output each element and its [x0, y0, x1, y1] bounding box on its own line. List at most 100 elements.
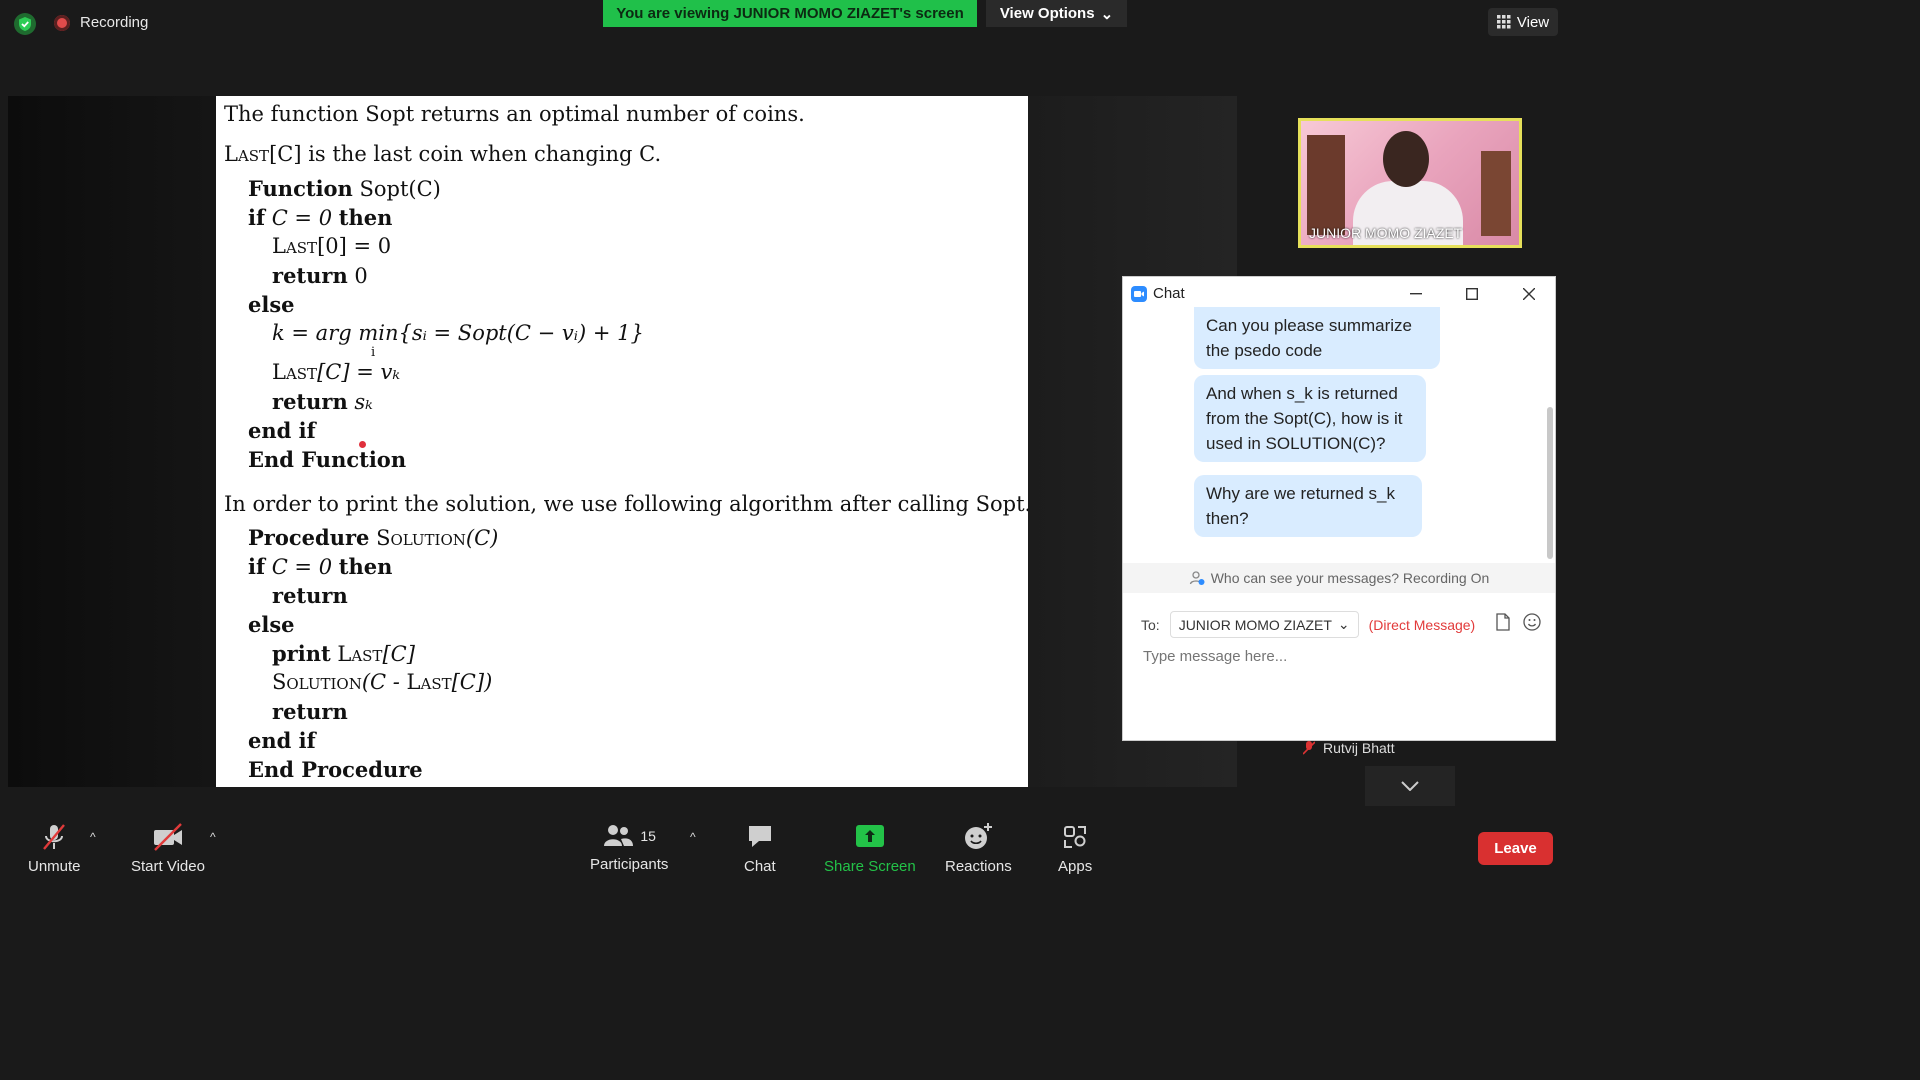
- participants-icon: [604, 825, 634, 846]
- minimize-button[interactable]: [1403, 283, 1429, 305]
- reactions-icon: [965, 823, 993, 849]
- chat-label: Chat: [744, 858, 776, 875]
- start-video-button[interactable]: Start Video: [131, 822, 205, 875]
- to-label: To:: [1141, 616, 1160, 633]
- chat-window[interactable]: Chat Can you please summarize the psedo …: [1122, 276, 1556, 741]
- zoom-logo-icon: [1131, 285, 1147, 302]
- print-line: print Last[C]: [272, 641, 415, 666]
- participants-options-caret-icon[interactable]: ^: [690, 830, 696, 844]
- chat-message[interactable]: Why are we returned s_k then?: [1194, 475, 1422, 537]
- chevron-down-icon: ⌄: [1337, 616, 1350, 632]
- procedure-header: Procedure Solution(C): [248, 525, 499, 550]
- close-icon: [1523, 288, 1535, 300]
- view-button[interactable]: View: [1488, 8, 1558, 36]
- participants-button[interactable]: 15 Participants: [590, 822, 668, 873]
- apps-button[interactable]: Apps: [1058, 822, 1092, 875]
- proc-return-line: return: [272, 583, 348, 608]
- function-header: Function Sopt(C): [248, 176, 441, 201]
- share-screen-button[interactable]: Share Screen: [824, 822, 916, 875]
- lastc-line: Last[C] = vₖ: [272, 360, 400, 384]
- participant-head: [1383, 131, 1429, 187]
- viewing-banner: You are viewing JUNIOR MOMO ZIAZET's scr…: [603, 0, 977, 27]
- proc-if-line: if C = 0 then: [248, 554, 393, 579]
- minimize-icon: [1410, 293, 1422, 295]
- solution-call-line: Solution(C - Last[C]): [272, 670, 493, 694]
- maximize-button[interactable]: [1459, 283, 1485, 305]
- participants-label: Participants: [590, 856, 669, 873]
- top-bar: Recording You are viewing JUNIOR MOMO ZI…: [0, 0, 1568, 48]
- chat-message[interactable]: Can you please summarize the psedo code: [1194, 307, 1440, 369]
- recipient-select[interactable]: JUNIOR MOMO ZIAZET ⌄: [1169, 611, 1359, 638]
- chevron-down-icon: [1401, 781, 1419, 791]
- gallery-participant-name: Rutvij Bhatt: [1323, 740, 1395, 756]
- visibility-notice[interactable]: Who can see your messages? Recording On: [1123, 563, 1555, 593]
- audio-options-caret-icon[interactable]: ^: [90, 830, 96, 844]
- view-label: View: [1516, 13, 1550, 31]
- share-screen-icon: [855, 825, 884, 847]
- mic-off-icon: [1303, 741, 1315, 755]
- video-background-2: [1481, 151, 1511, 236]
- visibility-notice-text: Who can see your messages? Recording On: [1210, 570, 1490, 586]
- meeting-toolbar: Unmute ^ Start Video ^ 15 Participants ^…: [0, 812, 1568, 882]
- recording-icon: [54, 14, 70, 31]
- participants-count: 15: [640, 828, 656, 844]
- apps-label: Apps: [1058, 858, 1093, 875]
- chevron-down-icon: ⌄: [1100, 5, 1114, 23]
- return-sk-line: return sₖ: [272, 389, 373, 414]
- share-screen-label: Share Screen: [824, 858, 916, 875]
- recipient-name: JUNIOR MOMO ZIAZET: [1178, 616, 1332, 633]
- view-options-label: View Options: [999, 5, 1095, 22]
- return0-line: return 0: [272, 263, 368, 288]
- gallery-scroll-down-button[interactable]: [1365, 766, 1455, 806]
- chat-input-tools: [1495, 613, 1541, 631]
- video-options-caret-icon[interactable]: ^: [210, 830, 216, 844]
- participants-icon-group: 15: [602, 822, 656, 850]
- endif-line: end if: [248, 418, 316, 443]
- security-shield-icon[interactable]: [14, 13, 36, 35]
- reactions-button[interactable]: Reactions: [945, 822, 1012, 875]
- chat-title-bar: Chat: [1131, 285, 1185, 302]
- chat-message-input[interactable]: [1141, 647, 1545, 666]
- slide-line-2: Last[C] is the last coin when changing C…: [224, 142, 662, 166]
- maximize-icon: [1466, 288, 1478, 300]
- chat-title: Chat: [1153, 285, 1185, 302]
- emoji-icon[interactable]: [1523, 613, 1541, 631]
- view-options-button[interactable]: View Options ⌄: [986, 0, 1127, 27]
- slide-line-1: The function Sopt returns an optimal num…: [224, 102, 805, 126]
- end-procedure-line: End Procedure: [248, 757, 423, 782]
- proc-endif-line: end if: [248, 728, 316, 753]
- paragraph-2: In order to print the solution, we use f…: [224, 492, 1028, 516]
- leave-button[interactable]: Leave: [1478, 832, 1553, 865]
- recording-indicator[interactable]: Recording: [54, 14, 148, 31]
- unmute-label: Unmute: [28, 858, 81, 875]
- direct-message-label: (Direct Message): [1368, 616, 1476, 633]
- file-attach-icon[interactable]: [1495, 613, 1511, 631]
- participant-video[interactable]: JUNIOR MOMO ZIAZET: [1298, 118, 1522, 248]
- video-background: [1307, 135, 1345, 235]
- proc-else-line: else: [248, 612, 295, 637]
- chat-button[interactable]: Chat: [744, 822, 776, 875]
- person-visibility-icon: [1189, 571, 1205, 585]
- chat-scrollbar[interactable]: [1547, 407, 1553, 559]
- grid-icon: [1496, 15, 1511, 29]
- participant-name: JUNIOR MOMO ZIAZET: [1309, 225, 1463, 241]
- else-line: else: [248, 292, 295, 317]
- end-function-line: End Function: [248, 447, 407, 472]
- apps-icon: [1064, 826, 1087, 848]
- video-off-icon: [153, 823, 182, 851]
- argmin-line: k = arg min{sᵢ = Sopt(C − vᵢ) + 1}: [272, 321, 644, 345]
- recipient-row: To: JUNIOR MOMO ZIAZET ⌄ (Direct Message…: [1141, 611, 1475, 638]
- argmin-subscript: i: [371, 345, 376, 360]
- shared-slide: The function Sopt returns an optimal num…: [216, 96, 1028, 787]
- start-video-label: Start Video: [131, 858, 205, 875]
- recording-label: Recording: [80, 14, 149, 31]
- last0-line: Last[0] = 0: [272, 234, 392, 258]
- reactions-label: Reactions: [945, 858, 1012, 875]
- mic-off-icon: [43, 824, 66, 850]
- if-line: if C = 0 then: [248, 205, 393, 230]
- proc-return-line-2: return: [272, 699, 348, 724]
- unmute-button[interactable]: Unmute: [28, 822, 81, 875]
- chat-bubble-icon: [748, 826, 771, 847]
- close-button[interactable]: [1516, 283, 1542, 305]
- chat-message[interactable]: And when s_k is returned from the Sopt(C…: [1194, 375, 1426, 462]
